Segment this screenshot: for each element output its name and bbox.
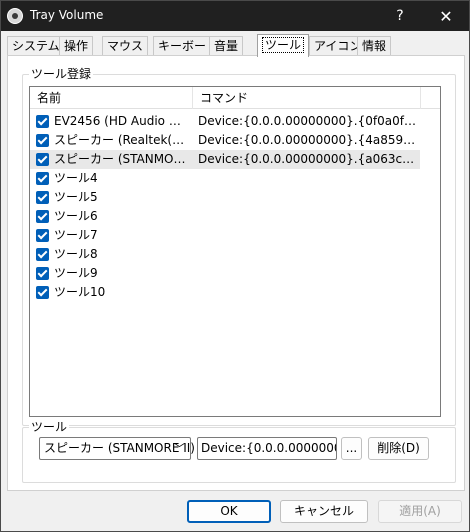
browse-button[interactable]: ... xyxy=(341,437,362,460)
row-name: ツール8 xyxy=(54,247,98,261)
tab-strip: システム 操作 マウス キーボード 音量 ツール アイコン 情報 xyxy=(7,34,465,57)
row-name: EV2456 (HD Audio Drive... xyxy=(54,114,190,128)
row-command: Device:{0.0.0.00000000}.{a063cac6-8e88-.… xyxy=(198,152,418,166)
column-header-command[interactable]: コマンド xyxy=(193,87,421,109)
tab-info[interactable]: 情報 xyxy=(357,36,392,56)
row-name: ツール9 xyxy=(54,266,98,280)
row-checkbox[interactable] xyxy=(36,153,49,166)
close-button[interactable]: ✕ xyxy=(423,1,469,31)
title-bar: Tray Volume ? ✕ xyxy=(1,1,469,31)
tool-list-row[interactable]: ツール10 xyxy=(30,283,420,302)
row-name: ツール6 xyxy=(54,209,98,223)
row-checkbox[interactable] xyxy=(36,134,49,147)
tab-volume[interactable]: 音量 xyxy=(209,36,244,56)
tool-list-row[interactable]: ツール4 xyxy=(30,169,420,188)
row-name: スピーカー (STANMORE II) xyxy=(54,152,190,166)
device-select-value: スピーカー (STANMORE II) xyxy=(44,441,195,455)
row-checkbox[interactable] xyxy=(36,267,49,280)
command-input[interactable]: Device:{0.0.0.00000000}.{a xyxy=(197,437,337,460)
tool-list-row[interactable]: ツール5 xyxy=(30,188,420,207)
command-input-value: Device:{0.0.0.00000000}.{a xyxy=(201,441,336,455)
window-title: Tray Volume xyxy=(30,8,104,22)
row-name: ツール4 xyxy=(54,171,98,185)
tool-list-row[interactable]: スピーカー (Realtek(R) Au... Device:{0.0.0.000… xyxy=(30,131,420,150)
tray-volume-dialog: Tray Volume ? ✕ システム 操作 マウス キーボード 音量 ツール… xyxy=(0,0,470,532)
row-name: ツール7 xyxy=(54,228,98,242)
tool-list[interactable]: 名前 コマンド EV2456 (HD Audio Drive... Device:… xyxy=(29,86,441,417)
tool-list-row[interactable]: ツール9 xyxy=(30,264,420,283)
cancel-button[interactable]: キャンセル xyxy=(280,500,368,523)
device-select[interactable]: スピーカー (STANMORE II) ﹀ xyxy=(39,437,195,460)
speaker-app-icon xyxy=(7,8,23,24)
ok-button[interactable]: OK xyxy=(187,500,271,523)
tool-list-header: 名前 コマンド xyxy=(30,87,440,109)
row-name: ツール10 xyxy=(54,285,106,299)
tool-list-row[interactable]: ツール6 xyxy=(30,207,420,226)
row-checkbox[interactable] xyxy=(36,191,49,204)
row-checkbox[interactable] xyxy=(36,115,49,128)
row-command: Device:{0.0.0.00000000}.{0f0a0f2c-94e3-.… xyxy=(198,114,418,128)
apply-button[interactable]: 適用(A) xyxy=(378,500,462,523)
tab-mouse[interactable]: マウス xyxy=(102,36,149,56)
row-command: Device:{0.0.0.00000000}.{4a85979b-d414..… xyxy=(198,133,418,147)
tool-list-row[interactable]: EV2456 (HD Audio Drive... Device:{0.0.0.0… xyxy=(30,112,420,131)
chevron-down-icon: ﹀ xyxy=(174,442,185,455)
help-button[interactable]: ? xyxy=(377,1,423,31)
tab-tools-label: ツール xyxy=(262,37,305,53)
tool-list-row[interactable]: ツール8 xyxy=(30,245,420,264)
tool-registration-label: ツール登録 xyxy=(29,67,94,81)
row-checkbox[interactable] xyxy=(36,172,49,185)
row-name: ツール5 xyxy=(54,190,98,204)
row-checkbox[interactable] xyxy=(36,286,49,299)
column-header-name[interactable]: 名前 xyxy=(30,87,193,109)
row-checkbox[interactable] xyxy=(36,248,49,261)
tab-operation[interactable]: 操作 xyxy=(59,36,94,56)
tab-system[interactable]: システム xyxy=(7,36,65,56)
tool-list-row[interactable]: ツール7 xyxy=(30,226,420,245)
tool-list-row[interactable]: スピーカー (STANMORE II) Device:{0.0.0.0000000… xyxy=(30,150,420,169)
row-name: スピーカー (Realtek(R) Au... xyxy=(54,133,190,147)
tool-editor-label: ツール xyxy=(29,420,70,434)
delete-button[interactable]: 削除(D) xyxy=(368,437,429,460)
row-checkbox[interactable] xyxy=(36,210,49,223)
tab-tools[interactable]: ツール xyxy=(257,34,310,57)
row-checkbox[interactable] xyxy=(36,229,49,242)
